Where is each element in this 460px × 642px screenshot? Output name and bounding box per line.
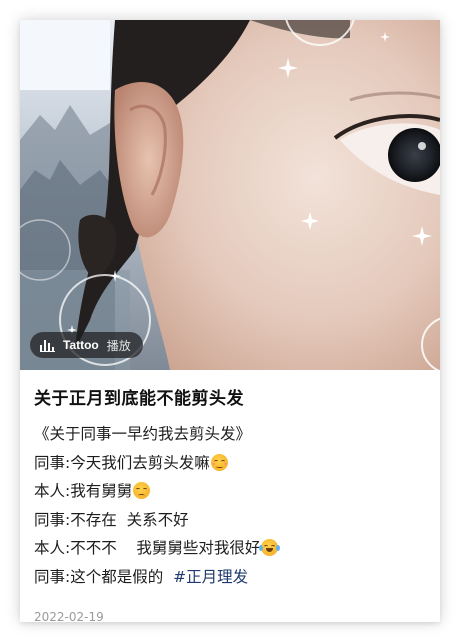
body-line: 本人:我有舅舅: [34, 477, 434, 506]
body-line: 同事:不存在 关系不好: [34, 506, 434, 535]
body-line-text: 同事:今天我们去剪头发嘛: [34, 453, 210, 472]
body-line: 本人:不不不 我舅舅些对我很好: [34, 534, 434, 563]
cover-photo: [20, 20, 440, 370]
sound-bars-icon: [40, 339, 55, 352]
play-button[interactable]: 播放: [107, 337, 131, 354]
post-body: 《关于同事一早约我去剪头发》 同事:今天我们去剪头发嘛 本人:我有舅舅 同事:不…: [34, 420, 434, 591]
tears-of-joy-emoji: [259, 539, 281, 556]
body-line: 同事:今天我们去剪头发嘛: [34, 449, 434, 478]
body-line: 同事:这个都是假的 #正月理发: [34, 563, 434, 592]
body-line-text: 本人:不不不 我舅舅些对我很好: [34, 539, 261, 557]
body-line: 《关于同事一早约我去剪头发》: [34, 420, 434, 449]
hashtag-link[interactable]: #正月理发: [173, 568, 248, 586]
body-line-text: 同事:这个都是假的: [34, 567, 174, 586]
body-line-text: 本人:我有舅舅: [34, 482, 133, 500]
post-date: 2022-02-19: [34, 610, 104, 622]
body-line-text: 同事:不存在 关系不好: [34, 510, 189, 529]
post-title: 关于正月到底能不能剪头发: [34, 389, 244, 409]
song-name: Tattoo: [63, 338, 99, 352]
page: Tattoo 播放 关于正月到底能不能剪头发 《关于同事一早约我去剪头发》 同事…: [0, 0, 460, 642]
post-card[interactable]: Tattoo 播放 关于正月到底能不能剪头发 《关于同事一早约我去剪头发》 同事…: [20, 20, 440, 622]
music-tag[interactable]: Tattoo 播放: [30, 332, 143, 358]
body-line-text: 《关于同事一早约我去剪头发》: [34, 425, 252, 443]
cover-image[interactable]: Tattoo 播放: [20, 20, 440, 370]
unamused-face-emoji: [133, 482, 151, 499]
relieved-face-emoji: [210, 453, 228, 471]
